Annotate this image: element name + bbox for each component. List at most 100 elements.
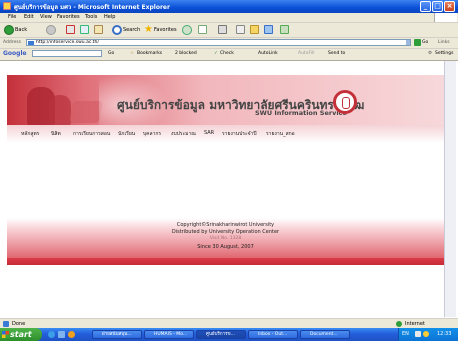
book-icon <box>69 101 103 123</box>
history-button[interactable] <box>182 24 192 35</box>
address-input[interactable]: http://infoservice.swu.ac.th/ <box>26 39 411 46</box>
autofill-button[interactable]: AutoFill <box>298 51 314 56</box>
print-button[interactable] <box>218 24 227 35</box>
taskbar-item-active[interactable]: ศูนย์บริการข... <box>196 330 246 339</box>
menu-favorites[interactable]: Favorites <box>57 14 80 20</box>
nav-personnel[interactable]: บุคลากร <box>143 130 161 138</box>
research-button[interactable] <box>280 24 289 35</box>
status-text: Done <box>12 321 26 327</box>
footer-stripe <box>7 258 444 265</box>
page-icon <box>28 41 34 45</box>
quicklaunch-media-icon[interactable] <box>68 331 75 338</box>
taskbar-item[interactable]: ฝ่ายสนับสนุน... <box>92 330 142 339</box>
zone-text: Internet <box>405 321 425 327</box>
back-label: Back <box>15 26 28 33</box>
nav-sar[interactable]: SAR <box>204 130 214 136</box>
language-indicator[interactable]: EN <box>402 331 409 337</box>
nav-annual-report[interactable]: รายงานประจำปี <box>222 130 257 138</box>
windows-flag-icon <box>2 331 9 338</box>
site-banner: ศูนย์บริการข้อมูล มหาวิทยาลัยศรีนครินทรว… <box>7 75 444 125</box>
clock: 12:33 <box>437 331 452 337</box>
menu-view[interactable]: View <box>40 14 52 20</box>
start-button[interactable]: start <box>0 328 42 341</box>
refresh-button[interactable] <box>80 24 89 35</box>
check-button[interactable]: Check <box>220 51 234 56</box>
internet-zone-icon <box>396 321 402 327</box>
mail-icon <box>198 25 207 34</box>
bookmarks-button[interactable]: Bookmarks <box>137 51 162 56</box>
visit-counter: Visit No. 1328 <box>209 236 242 241</box>
popup-blocked-button[interactable]: 2 blocked <box>175 51 197 56</box>
taskbar-item[interactable]: HUMAIS - Mo... <box>144 330 194 339</box>
nav-students[interactable]: นิสิต <box>51 130 61 138</box>
maximize-button[interactable]: □ <box>432 1 443 12</box>
favorites-button[interactable]: ★ Favorites <box>144 24 177 35</box>
search-icon <box>112 24 122 35</box>
go-label: Go <box>422 40 429 45</box>
footer-distributed: Distributed by University Operation Cent… <box>171 229 280 235</box>
nav-ohec-report[interactable]: รายงาน_สกอ <box>266 130 295 138</box>
folder-button[interactable] <box>250 24 259 35</box>
google-settings-icon: ⚙ <box>428 51 433 56</box>
research-icon <box>280 25 289 34</box>
menu-help[interactable]: Help <box>104 14 115 20</box>
history-icon <box>182 24 192 35</box>
start-label: start <box>10 330 32 339</box>
address-url: http://infoservice.swu.ac.th/ <box>36 40 99 45</box>
system-tray: EN 12:33 <box>398 328 458 341</box>
menu-bar: File Edit View Favorites Tools Help <box>0 13 458 23</box>
nav-budget[interactable]: งบประมาณ <box>171 130 196 138</box>
stop-icon <box>66 25 75 34</box>
taskbar-item[interactable]: Inbox - Out... <box>248 330 298 339</box>
bookmarks-star-icon: ☆ <box>130 51 135 56</box>
spellcheck-icon: ✓ <box>214 51 218 56</box>
menu-file[interactable]: File <box>8 14 16 20</box>
sendto-button[interactable]: Send to <box>328 51 345 56</box>
site-navigation: หลักสูตร นิสิต การเรียนการสอน นักเรียน บ… <box>7 125 444 143</box>
quicklaunch-desktop-icon[interactable] <box>58 331 65 338</box>
google-toolbar: Google Go ☆ Bookmarks 2 blocked ✓ Check … <box>0 49 458 61</box>
home-icon <box>94 25 103 34</box>
back-arrow-icon <box>4 24 14 35</box>
network-icon[interactable] <box>415 331 421 337</box>
edit-button[interactable] <box>236 24 245 35</box>
vertical-scrollbar[interactable] <box>444 61 456 317</box>
go-button[interactable]: Go <box>414 39 428 46</box>
footer-copyright: Copyright©Srinakharinwirot University <box>176 222 275 228</box>
minimize-button[interactable]: _ <box>420 1 431 12</box>
search-label: Search <box>123 26 141 33</box>
back-button[interactable]: Back <box>4 24 27 35</box>
person-silhouette-icon <box>49 95 71 125</box>
volume-icon[interactable] <box>423 331 429 337</box>
windows-taskbar: start ฝ่ายสนับสนุน... HUMAIS - Mo... ศูน… <box>0 328 458 341</box>
quicklaunch-ie-icon[interactable] <box>48 331 55 338</box>
autolink-button[interactable]: AutoLink <box>258 51 278 56</box>
stop-button[interactable] <box>66 24 75 35</box>
menu-tools[interactable]: Tools <box>85 14 97 20</box>
google-logo: Google <box>3 50 27 57</box>
google-settings-button[interactable]: Settings <box>435 51 453 56</box>
nav-curriculum[interactable]: หลักสูตร <box>21 130 39 138</box>
google-go-button[interactable]: Go <box>108 51 114 56</box>
menu-edit[interactable]: Edit <box>24 14 34 20</box>
go-arrow-icon <box>414 39 421 46</box>
star-icon: ★ <box>144 23 153 35</box>
ie-app-icon <box>3 2 11 10</box>
footer-since: Since 30 August, 2007 <box>197 244 254 250</box>
address-bar: Address http://infoservice.swu.ac.th/ Go… <box>0 38 458 49</box>
messenger-button[interactable] <box>264 24 273 35</box>
page-done-icon <box>3 321 9 327</box>
nav-teaching[interactable]: การเรียนการสอน <box>73 130 110 138</box>
search-button[interactable]: Search <box>112 24 140 35</box>
links-label[interactable]: Links <box>438 40 450 45</box>
university-seal-icon <box>333 90 357 114</box>
taskbar-item[interactable]: Document... <box>300 330 350 339</box>
mail-button[interactable] <box>198 24 207 35</box>
forward-button[interactable] <box>46 24 56 35</box>
close-button[interactable]: × <box>444 1 455 12</box>
window-title-bar[interactable]: ศูนย์บริการข้อมูล มศว - Microsoft Intern… <box>0 0 458 13</box>
nav-pupils[interactable]: นักเรียน <box>118 130 135 138</box>
google-search-input[interactable] <box>32 50 102 57</box>
address-dropdown-icon[interactable] <box>406 40 410 45</box>
home-button[interactable] <box>94 24 103 35</box>
